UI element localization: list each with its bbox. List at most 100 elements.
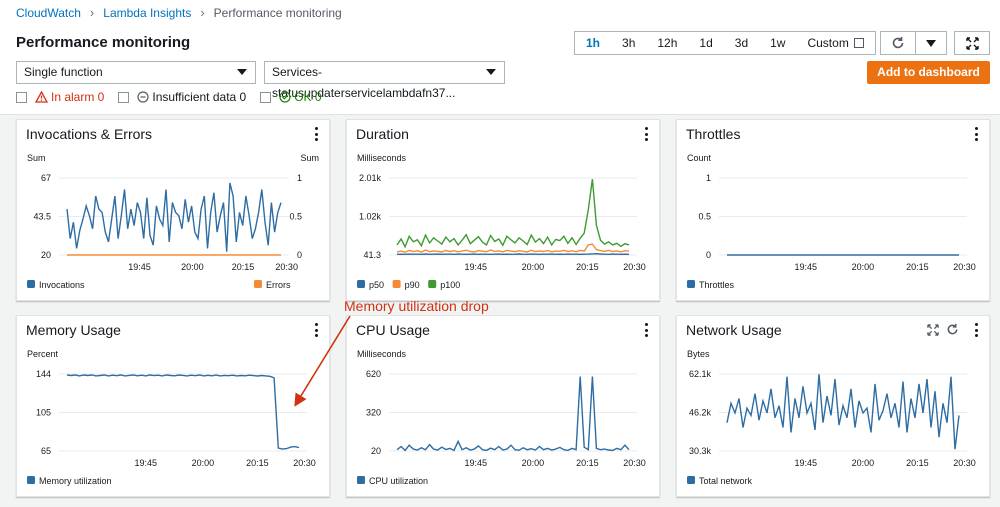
- x-tick-label: 20:00: [181, 262, 204, 272]
- x-tick-label: 20:15: [576, 458, 599, 468]
- breadcrumb-current: Performance monitoring: [213, 5, 342, 20]
- y-tick-label: 41.3: [363, 250, 381, 260]
- check-circle-icon: [279, 91, 291, 103]
- refresh-icon: [892, 37, 904, 49]
- alarm-filters: In alarm 0 Insufficient data 0 OK 0: [16, 90, 336, 104]
- time-range-3d[interactable]: 3d: [724, 32, 759, 54]
- y-tick-label: 46.2k: [689, 408, 712, 418]
- time-range-3h[interactable]: 3h: [611, 32, 646, 54]
- y-tick-label: 0: [706, 250, 711, 260]
- time-range-custom[interactable]: Custom: [796, 32, 874, 54]
- y-tick-label: 20: [41, 250, 51, 260]
- legend-swatch: [254, 280, 262, 288]
- x-tick-label: 20:15: [232, 262, 255, 272]
- y-tick-label: 67: [41, 173, 51, 183]
- legend-swatch: [27, 476, 35, 484]
- x-tick-label: 19:45: [465, 458, 488, 468]
- legend-label: p90: [405, 280, 420, 290]
- y2-tick-label: 1: [297, 173, 302, 183]
- y2-axis-label: Sum: [300, 153, 319, 163]
- x-tick-label: 20:30: [623, 458, 646, 468]
- y-tick-label: 1: [706, 173, 711, 183]
- invocations-errors-chart: Sum Sum 67 43.5 20 1 0.5 0 19:45 20:00 20:15 20:30 I…: [27, 153, 319, 290]
- filter-in-alarm[interactable]: In alarm 0: [16, 90, 104, 104]
- function-select[interactable]: Services-statusupdaterservicelambdafn37.…: [264, 61, 505, 100]
- x-tick-label: 20:00: [522, 262, 545, 272]
- y-tick-label: 20: [371, 446, 381, 456]
- x-tick-label: 20:30: [953, 458, 976, 468]
- time-range-1w[interactable]: 1w: [759, 32, 796, 54]
- panel-cpu-usage: CPU Usage Milliseconds 620 320 20 19:45 20:00…: [346, 315, 660, 497]
- in-alarm-checkbox[interactable]: [16, 91, 27, 103]
- x-tick-label: 19:45: [135, 458, 158, 468]
- warning-icon: [35, 91, 48, 103]
- x-tick-label: 19:45: [795, 458, 818, 468]
- memory-usage-chart: Percent 144 105 65 19:45 20:00 20:15 20:30 Memor…: [27, 349, 316, 486]
- legend-label: Errors: [266, 280, 291, 290]
- legend-swatch: [27, 280, 35, 288]
- x-tick-label: 20:30: [953, 262, 976, 272]
- y-axis-label: Milliseconds: [357, 153, 407, 163]
- series-line-p50: [396, 252, 630, 256]
- y-tick-label: 1.02k: [359, 212, 382, 222]
- caret-down-icon: [486, 69, 496, 75]
- y-tick-label: 620: [366, 369, 381, 379]
- throttles-chart: Count 1 0.5 0 19:45 20:00 20:15 20:30 Throttles: [687, 153, 976, 290]
- y-tick-label: 105: [36, 408, 51, 418]
- refresh-options-button[interactable]: [915, 31, 947, 55]
- time-range-1d[interactable]: 1d: [688, 32, 723, 54]
- panel-network-usage: Network Usage Bytes 62.1k 46.2k 30.3k 19:45 2…: [676, 315, 990, 497]
- legend-swatch: [428, 280, 437, 288]
- caret-down-icon: [926, 39, 936, 47]
- legend-swatch: [357, 280, 365, 288]
- legend-label: p100: [440, 280, 460, 290]
- x-tick-label: 20:30: [623, 262, 646, 272]
- x-tick-label: 20:00: [852, 458, 875, 468]
- caret-down-icon: [237, 69, 247, 75]
- series-line-p100: [396, 179, 630, 249]
- y-tick-label: 0.5: [698, 212, 711, 222]
- x-tick-label: 20:30: [275, 262, 298, 272]
- ok-checkbox[interactable]: [260, 91, 272, 103]
- fullscreen-icon: [965, 36, 979, 50]
- annotation-label: Memory utilization drop: [344, 298, 489, 314]
- filter-ok[interactable]: OK 0: [260, 90, 322, 104]
- time-range-12h[interactable]: 12h: [646, 32, 688, 54]
- chevron-right-icon: ›: [200, 5, 205, 20]
- in-alarm-label: In alarm 0: [51, 90, 105, 104]
- cpu-usage-chart: Milliseconds 620 320 20 19:45 20:00 20:15 20:30…: [357, 349, 646, 486]
- panel-invocations-errors: Invocations & Errors Sum Sum 67 43.5 20 1 0.5 0…: [16, 119, 330, 301]
- breadcrumb-cloudwatch[interactable]: CloudWatch: [16, 6, 81, 20]
- legend-label: Memory utilization: [39, 476, 112, 486]
- x-tick-label: 20:15: [906, 262, 929, 272]
- x-tick-label: 20:30: [293, 458, 316, 468]
- insufficient-checkbox[interactable]: [118, 91, 130, 103]
- refresh-button[interactable]: [880, 31, 916, 55]
- y-axis-label: Milliseconds: [357, 349, 407, 359]
- y-axis-label: Sum: [27, 153, 46, 163]
- x-tick-label: 20:15: [246, 458, 269, 468]
- y-tick-label: 2.01k: [359, 173, 382, 183]
- panel-duration: Duration Milliseconds 2.01k 1.02k 41.3 19:45…: [346, 119, 660, 301]
- y-tick-label: 30.3k: [689, 446, 712, 456]
- filter-insufficient[interactable]: Insufficient data 0: [118, 90, 246, 104]
- y-tick-label: 320: [366, 408, 381, 418]
- series-line-invocations: [66, 182, 282, 252]
- mode-select[interactable]: Single function: [16, 61, 256, 84]
- panel-memory-usage: Memory Usage Percent 144 105 65 19:45 20:00 20…: [16, 315, 330, 497]
- breadcrumb-lambda-insights[interactable]: Lambda Insights: [103, 6, 191, 20]
- legend-swatch: [687, 476, 695, 484]
- fullscreen-button[interactable]: [954, 31, 990, 55]
- add-to-dashboard-button[interactable]: Add to dashboard: [867, 61, 990, 84]
- legend-label: Invocations: [39, 280, 85, 290]
- y-tick-label: 43.5: [33, 212, 51, 222]
- ok-label: OK 0: [294, 90, 322, 104]
- series-line-total-network: [726, 374, 960, 450]
- y-axis-label: Percent: [27, 349, 59, 359]
- legend-label: p50: [369, 280, 384, 290]
- time-range-1h[interactable]: 1h: [575, 32, 611, 54]
- duration-chart: Milliseconds 2.01k 1.02k 41.3 19:45 20:00 20:1…: [357, 153, 646, 290]
- x-tick-label: 20:15: [576, 262, 599, 272]
- series-line-p90: [396, 243, 630, 254]
- y2-tick-label: 0.5: [289, 212, 302, 222]
